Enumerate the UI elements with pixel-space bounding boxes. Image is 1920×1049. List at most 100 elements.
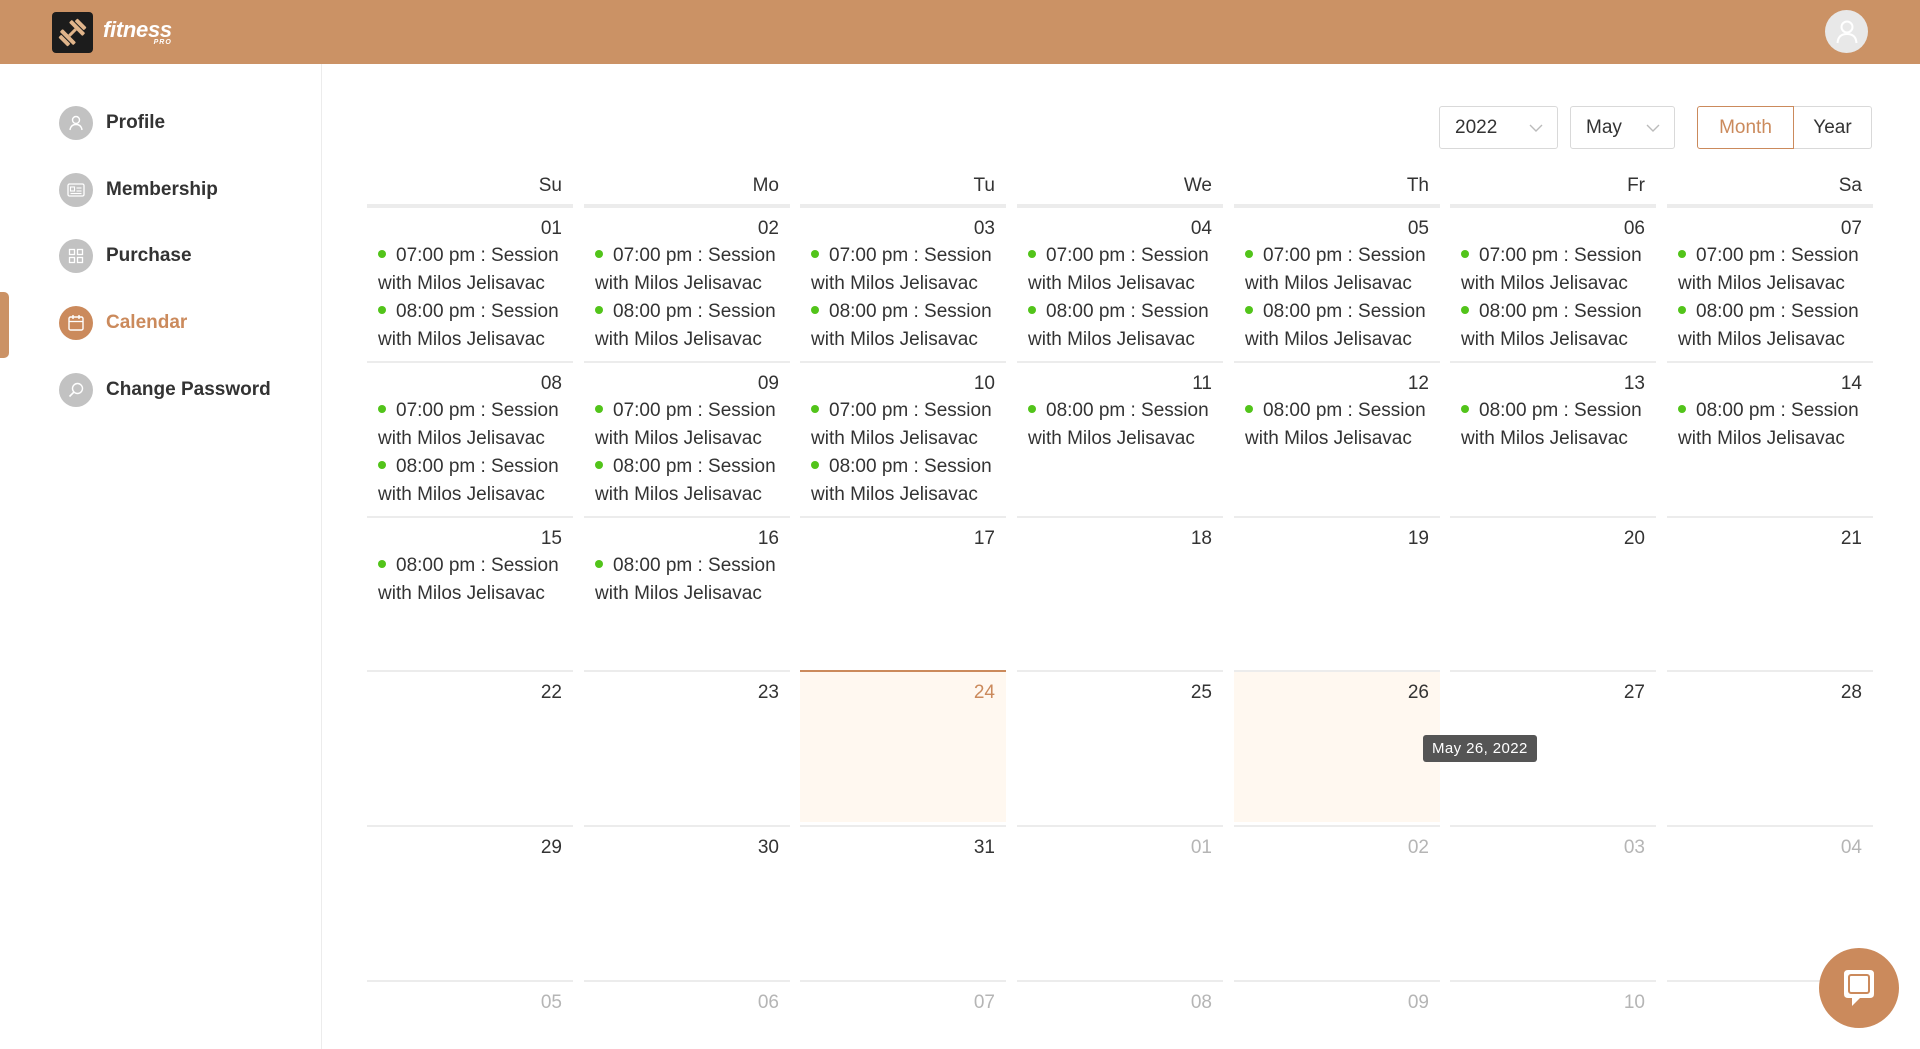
calendar-event[interactable]: 08:00 pm : Session: [367, 552, 573, 580]
chat-button[interactable]: [1819, 948, 1899, 1028]
event-trainer-text: with Milos Jelisavac: [1245, 329, 1412, 350]
calendar-event[interactable]: 08:00 pm : Session: [1667, 298, 1873, 326]
event-time-title: 07:00 pm : Session: [613, 245, 776, 266]
calendar-cell[interactable]: 17: [800, 516, 1006, 668]
calendar-cell[interactable]: 09: [1234, 980, 1440, 1030]
weekday-label: Mo: [584, 172, 790, 206]
calendar-event[interactable]: 08:00 pm : Session: [1667, 397, 1873, 425]
calendar-cell[interactable]: 06: [584, 980, 790, 1030]
calendar-event[interactable]: 08:00 pm : Session: [1234, 397, 1440, 425]
event-trainer: with Milos Jelisavac: [367, 425, 573, 453]
calendar-event[interactable]: 07:00 pm : Session: [1667, 242, 1873, 270]
id-card-icon: [59, 173, 93, 207]
calendar-cell[interactable]: 01: [1017, 825, 1223, 977]
day-number: 04: [1840, 837, 1862, 858]
calendar-cell[interactable]: 18: [1017, 516, 1223, 668]
sidebar-item-label: Purchase: [106, 245, 192, 266]
calendar-cell[interactable]: 11 08:00 pm : Session with Milos Jelisavac: [1017, 361, 1223, 513]
calendar-event[interactable]: 07:00 pm : Session: [367, 397, 573, 425]
mode-month-button[interactable]: Month: [1697, 106, 1794, 149]
calendar-event[interactable]: 07:00 pm : Session: [800, 397, 1006, 425]
sidebar-item-purchase[interactable]: Purchase: [59, 238, 192, 274]
calendar-cell[interactable]: 08: [1017, 980, 1223, 1030]
calendar-event[interactable]: 07:00 pm : Session: [367, 242, 573, 270]
calendar-event[interactable]: 07:00 pm : Session: [1017, 242, 1223, 270]
calendar-event[interactable]: 07:00 pm : Session: [1450, 242, 1656, 270]
weekday-label: Th: [1234, 172, 1440, 206]
event-trainer: with Milos Jelisavac: [367, 580, 573, 608]
calendar-event[interactable]: 07:00 pm : Session: [584, 242, 790, 270]
day-number: 20: [1623, 528, 1645, 549]
calendar-cell[interactable]: 22: [367, 670, 573, 822]
calendar-cell[interactable]: 05: [367, 980, 573, 1030]
calendar-cell[interactable]: 28: [1667, 670, 1873, 822]
calendar-cell[interactable]: 01 07:00 pm : Session with Milos Jelisavac…: [367, 206, 573, 358]
calendar-event[interactable]: 07:00 pm : Session: [1234, 242, 1440, 270]
calendar-cell[interactable]: 06 07:00 pm : Session with Milos Jelisavac…: [1450, 206, 1656, 358]
calendar-cell[interactable]: 09 07:00 pm : Session with Milos Jelisavac…: [584, 361, 790, 513]
calendar-cell[interactable]: 30: [584, 825, 790, 977]
calendar-cell[interactable]: 04 07:00 pm : Session with Milos Jelisavac…: [1017, 206, 1223, 358]
calendar-event[interactable]: 08:00 pm : Session: [800, 298, 1006, 326]
sidebar-item-membership[interactable]: Membership: [59, 172, 218, 208]
calendar-cell[interactable]: 10 07:00 pm : Session with Milos Jelisavac…: [800, 361, 1006, 513]
calendar-event[interactable]: 08:00 pm : Session: [367, 453, 573, 481]
sidebar-item-profile[interactable]: Profile: [59, 105, 165, 141]
day-number: 19: [1407, 528, 1429, 549]
mode-year-button[interactable]: Year: [1794, 106, 1872, 149]
sidebar-item-change-password[interactable]: Change Password: [59, 372, 271, 408]
calendar-event[interactable]: 08:00 pm : Session: [367, 298, 573, 326]
calendar-cell[interactable]: 15 08:00 pm : Session with Milos Jelisavac: [367, 516, 573, 668]
calendar-cell[interactable]: 03 07:00 pm : Session with Milos Jelisavac…: [800, 206, 1006, 358]
event-status-dot: [1028, 404, 1036, 413]
calendar-event[interactable]: 08:00 pm : Session: [1450, 298, 1656, 326]
calendar-cell[interactable]: 26: [1234, 670, 1440, 822]
calendar-event[interactable]: 08:00 pm : Session: [1450, 397, 1656, 425]
calendar-cell[interactable]: 29: [367, 825, 573, 977]
app-logo[interactable]: fitness PRO: [52, 12, 172, 53]
calendar-cell-today[interactable]: 24: [800, 670, 1006, 822]
calendar-cell[interactable]: 12 08:00 pm : Session with Milos Jelisavac: [1234, 361, 1440, 513]
calendar-event[interactable]: 08:00 pm : Session: [584, 453, 790, 481]
event-trainer: with Milos Jelisavac: [584, 270, 790, 298]
event-trainer: with Milos Jelisavac: [800, 270, 1006, 298]
calendar-event[interactable]: 07:00 pm : Session: [800, 242, 1006, 270]
calendar-event[interactable]: 08:00 pm : Session: [584, 552, 790, 580]
calendar-cell[interactable]: 31: [800, 825, 1006, 977]
calendar-event[interactable]: 07:00 pm : Session: [584, 397, 790, 425]
calendar-cell[interactable]: 07: [800, 980, 1006, 1030]
calendar-cell[interactable]: 20: [1450, 516, 1656, 668]
calendar-cell[interactable]: 21: [1667, 516, 1873, 668]
calendar-cell[interactable]: 07 07:00 pm : Session with Milos Jelisavac…: [1667, 206, 1873, 358]
calendar-cell[interactable]: 05 07:00 pm : Session with Milos Jelisavac…: [1234, 206, 1440, 358]
calendar-cell[interactable]: 02: [1234, 825, 1440, 977]
calendar-event[interactable]: 08:00 pm : Session: [1017, 298, 1223, 326]
calendar-event[interactable]: 08:00 pm : Session: [1234, 298, 1440, 326]
event-time-title: 07:00 pm : Session: [1263, 245, 1426, 266]
event-trainer: with Milos Jelisavac: [800, 481, 1006, 509]
event-trainer-text: with Milos Jelisavac: [1028, 273, 1195, 294]
sidebar-item-calendar[interactable]: Calendar: [59, 305, 187, 341]
event-status-dot: [595, 559, 603, 568]
calendar-event[interactable]: 08:00 pm : Session: [584, 298, 790, 326]
calendar-cell[interactable]: 03: [1450, 825, 1656, 977]
calendar-cell[interactable]: 19: [1234, 516, 1440, 668]
calendar-cell[interactable]: 13 08:00 pm : Session with Milos Jelisavac: [1450, 361, 1656, 513]
calendar-cell[interactable]: 16 08:00 pm : Session with Milos Jelisavac: [584, 516, 790, 668]
calendar-cell[interactable]: 02 07:00 pm : Session with Milos Jelisavac…: [584, 206, 790, 358]
month-select[interactable]: May: [1570, 106, 1675, 149]
event-trainer: with Milos Jelisavac: [1450, 326, 1656, 354]
calendar-cell[interactable]: 08 07:00 pm : Session with Milos Jelisavac…: [367, 361, 573, 513]
event-status-dot: [1678, 305, 1686, 314]
calendar-cell[interactable]: 23: [584, 670, 790, 822]
calendar-cell[interactable]: 10: [1450, 980, 1656, 1030]
user-avatar[interactable]: [1825, 10, 1868, 53]
calendar-cell[interactable]: 14 08:00 pm : Session with Milos Jelisavac: [1667, 361, 1873, 513]
sidebar: Profile Membership Purchase Calendar Cha…: [0, 64, 322, 1049]
event-trainer-text: with Milos Jelisavac: [1678, 329, 1845, 350]
calendar-cell[interactable]: 25: [1017, 670, 1223, 822]
calendar-event[interactable]: 08:00 pm : Session: [800, 453, 1006, 481]
calendar-event[interactable]: 08:00 pm : Session: [1017, 397, 1223, 425]
year-select[interactable]: 2022: [1439, 106, 1558, 149]
chevron-down-icon: [1646, 124, 1660, 132]
